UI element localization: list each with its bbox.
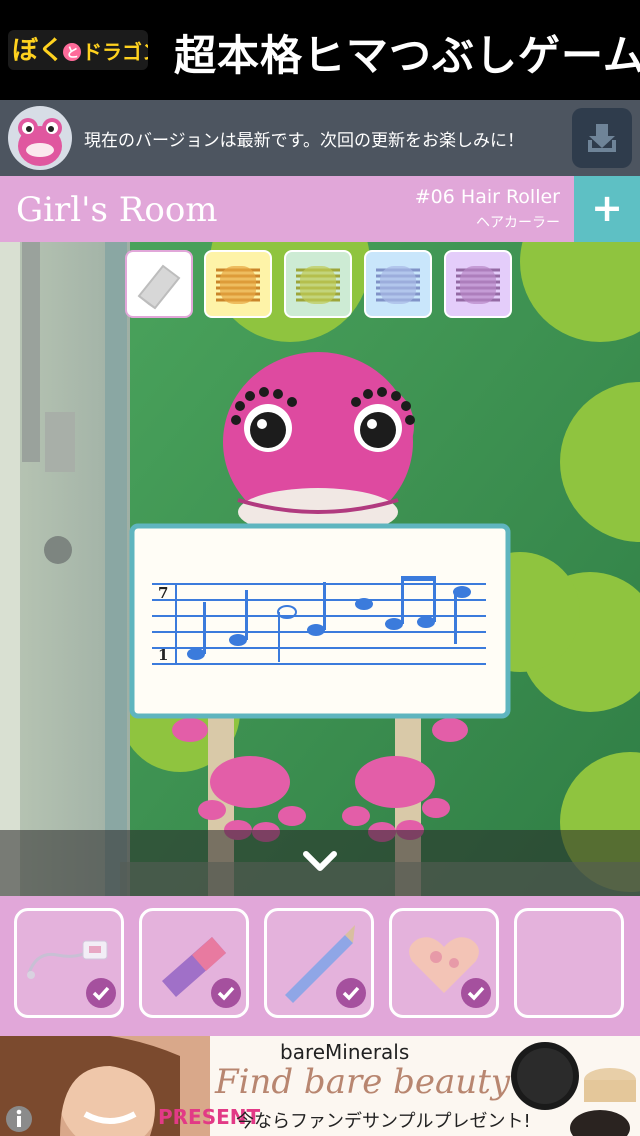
swatch-eraser[interactable] [125,250,193,318]
download-icon [588,124,616,152]
frog-avatar [8,106,72,170]
chevron-down-icon[interactable] [300,842,340,882]
inventory-slot-empty[interactable] [514,908,624,1018]
eraser-icon [137,264,181,310]
download-button[interactable] [572,108,632,168]
room-title: Girl's Room [16,190,218,230]
door-knob[interactable] [44,536,72,564]
ad-body-text[interactable]: 今ならファンデサンプルプレゼント! [236,1107,531,1133]
info-icon[interactable] [4,1104,34,1134]
music-sign[interactable] [129,523,511,719]
swatch-green[interactable] [284,250,352,318]
check-icon [336,978,366,1008]
item-subtitle: ヘアカーラー [476,215,560,231]
item-number: #06 Hair Roller [414,186,560,208]
check-icon [461,978,491,1008]
swatch-blue[interactable] [364,250,432,318]
door-handle[interactable] [22,242,40,462]
check-icon [86,978,116,1008]
check-icon [211,978,241,1008]
sign-clef-bottom: 1 [158,646,169,664]
boku-to-dragon-logo: ぼく と ドラゴン [8,30,148,70]
svg-text:ドラゴン: ドラゴン [82,40,148,64]
blue-roller-icon [376,266,420,304]
green-roller-icon [296,266,340,304]
swatch-purple[interactable] [444,250,512,318]
svg-text:と: と [66,46,79,61]
ad-brand[interactable]: bareMinerals [280,1040,409,1064]
sign-clef-top: 7 [158,584,169,602]
add-button[interactable]: + [574,176,640,242]
yellow-roller-icon [216,266,260,304]
ad-headline[interactable]: Find bare beauty [215,1062,510,1102]
svg-text:ぼく: ぼく [12,36,64,66]
banner-title: 超本格ヒマつぶしゲーム [174,31,640,80]
purple-roller-icon [456,266,500,304]
game-scene[interactable] [0,242,640,896]
update-notice-text: 現在のバージョンは最新です。次回の更新をお楽しみに！ [84,131,524,151]
swatch-yellow[interactable] [204,250,272,318]
